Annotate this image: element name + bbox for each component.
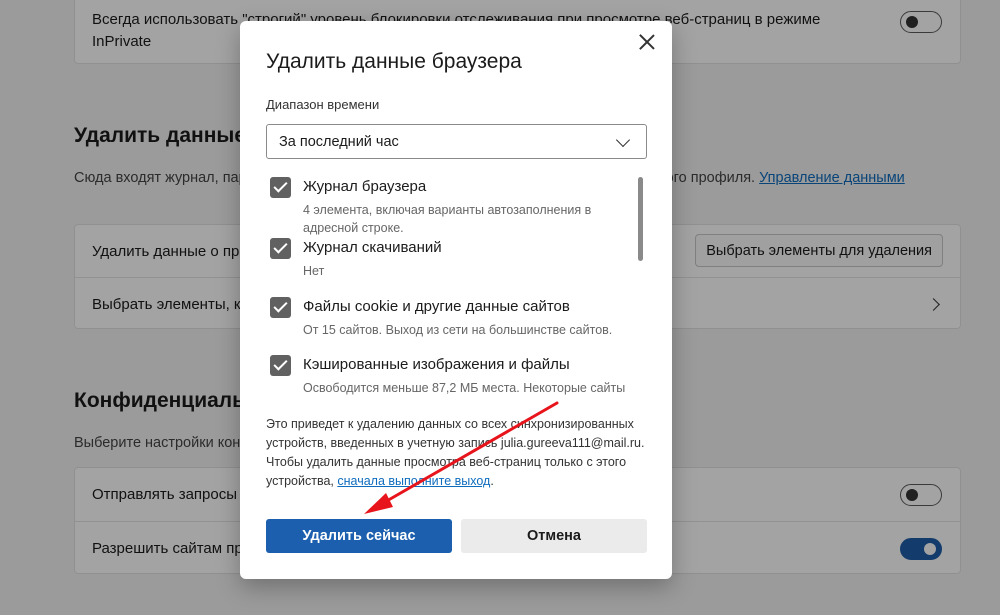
cancel-button[interactable]: Отмена — [461, 519, 647, 553]
time-range-value: За последний час — [279, 133, 399, 150]
clear-now-button[interactable]: Удалить сейчас — [266, 519, 452, 553]
chevron-down-icon — [615, 132, 631, 148]
dialog-title: Удалить данные браузера — [266, 50, 522, 73]
item-description: Освободится меньше 87,2 МБ места. Некото… — [303, 381, 626, 395]
sign-out-first-link[interactable]: сначала выполните выход — [337, 474, 490, 488]
list-item-cookies[interactable]: Файлы cookie и другие данные сайтов От 1… — [270, 294, 638, 342]
clear-browsing-data-dialog: Удалить данные браузера Диапазон времени… — [240, 21, 672, 579]
close-icon[interactable] — [636, 31, 658, 53]
sync-warning-end: . — [490, 474, 494, 488]
sync-warning-note: Это приведет к удалению данных со всех с… — [266, 415, 651, 491]
item-title: Файлы cookie и другие данные сайтов — [303, 298, 570, 315]
item-title: Журнал браузера — [303, 178, 427, 195]
checkbox-download-history[interactable] — [270, 238, 291, 259]
item-title: Кэшированные изображения и файлы — [303, 356, 570, 373]
list-item-download-history[interactable]: Журнал скачиваний Нет — [270, 235, 638, 283]
item-description: Нет — [303, 264, 325, 278]
checkbox-browsing-history[interactable] — [270, 177, 291, 198]
time-range-label: Диапазон времени — [266, 97, 380, 112]
list-item-cache[interactable]: Кэшированные изображения и файлы Освобод… — [270, 352, 638, 399]
checkbox-cache[interactable] — [270, 355, 291, 376]
item-description: От 15 сайтов. Выход из сети на большинст… — [303, 323, 613, 337]
list-scrollbar[interactable] — [638, 177, 643, 261]
time-range-select[interactable]: За последний час — [266, 124, 647, 159]
item-title: Журнал скачиваний — [303, 239, 442, 256]
list-item-browsing-history[interactable]: Журнал браузера 4 элемента, включая вари… — [270, 174, 638, 235]
data-types-list: Журнал браузера 4 элемента, включая вари… — [266, 174, 638, 399]
item-description: 4 элемента, включая варианты автозаполне… — [303, 203, 592, 235]
checkbox-cookies[interactable] — [270, 297, 291, 318]
